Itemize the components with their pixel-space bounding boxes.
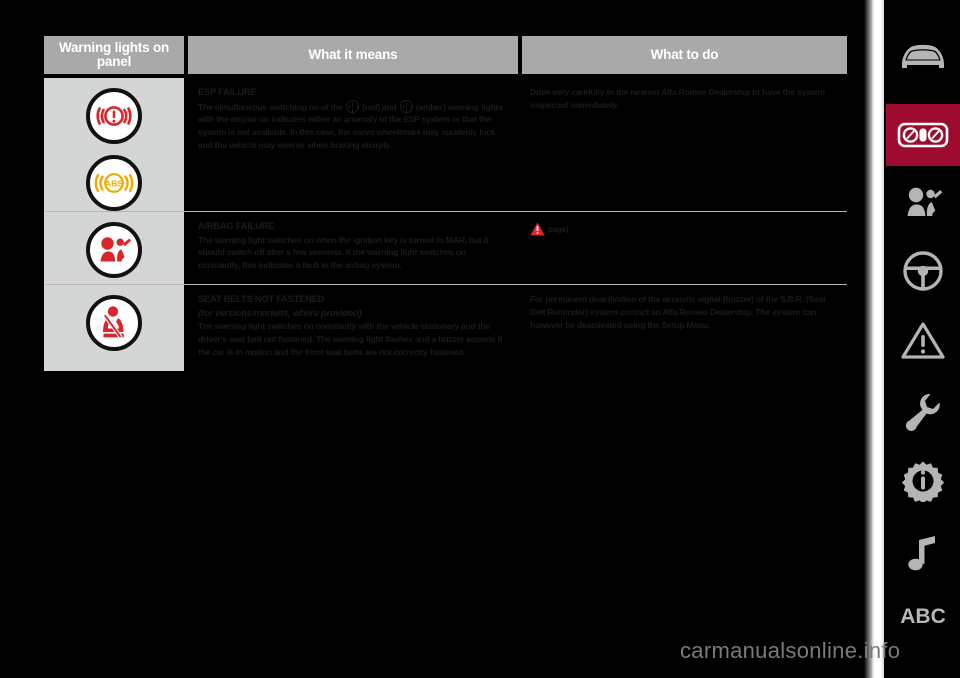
table-row: ABS ESP FAILURE The simultaneous switchi… [44, 78, 847, 211]
row-action: Drive very carefully to the nearest Alfa… [530, 87, 825, 110]
row-heading: AIRBAG FAILURE [198, 220, 275, 231]
airbag-icon [907, 187, 943, 216]
seat-belt-warning-lamp [86, 294, 142, 351]
wrench-icon [905, 393, 940, 431]
table-row: AIRBAG FAILURE The warning light switche… [44, 211, 847, 284]
inline-abs-lamp-icon [399, 99, 413, 113]
row-heading: ESP FAILURE [198, 86, 257, 97]
row-heading: SEAT BELTS NOT FASTENED [198, 292, 325, 304]
description-part-2: (red) and [359, 101, 399, 112]
site-watermark: carmanualsonline.info [680, 638, 901, 663]
description-part-1: The simultaneous switching on of the [198, 101, 345, 112]
table-body: ABS ESP FAILURE The simultaneous switchi… [44, 78, 847, 371]
sidebar-item-steering-wheel[interactable] [886, 240, 960, 302]
sidebar-item-settings[interactable] [886, 450, 960, 512]
attention-triangle-icon [530, 222, 545, 236]
attention-page-ref: page) [548, 224, 569, 234]
inline-brake-lamp-icon [345, 99, 359, 113]
row-subheading: (for versions/markets, where provided) [198, 306, 362, 318]
what-it-means-cell: SEAT BELTS NOT FASTENED (for versions/ma… [184, 285, 518, 371]
warning-triangle-icon [901, 322, 945, 359]
what-to-do-cell: Drive very carefully to the nearest Alfa… [518, 78, 847, 211]
sidebar-item-warning[interactable] [886, 310, 960, 372]
brake-esp-warning-lamp [86, 88, 142, 144]
sidebar-item-service[interactable] [886, 380, 960, 442]
attention-reference: page) [530, 222, 569, 236]
warning-light-cell [44, 284, 184, 371]
sidebar-item-dashboard[interactable] [886, 104, 960, 166]
music-note-icon [908, 536, 935, 571]
manual-page: Warning lights on panel What it means Wh… [0, 0, 960, 678]
table-header-row: Warning lights on panel What it means Wh… [44, 36, 847, 74]
airbag-warning-lamp [86, 222, 142, 278]
what-it-means-cell: AIRBAG FAILURE The warning light switche… [184, 212, 518, 284]
svg-text:ABS: ABS [105, 178, 123, 188]
row-action: For permanent deactivation of the acoust… [530, 293, 826, 330]
dashboard-icon [897, 122, 949, 148]
sidebar-item-car[interactable] [886, 26, 960, 88]
column-header-what-to-do: What to do [522, 36, 847, 74]
what-to-do-cell: page) [518, 212, 847, 284]
car-icon [902, 44, 944, 68]
sidebar-fade [864, 0, 884, 678]
warning-lights-table: Warning lights on panel What it means Wh… [44, 36, 847, 371]
sidebar-item-audio[interactable] [886, 522, 960, 584]
abs-warning-lamp: ABS [86, 155, 142, 211]
table-row: SEAT BELTS NOT FASTENED (for versions/ma… [44, 283, 847, 371]
what-it-means-cell: ESP FAILURE The simultaneous switching o… [184, 78, 518, 211]
steering-wheel-icon [903, 251, 943, 291]
sidebar-item-airbag[interactable] [886, 172, 960, 234]
column-header-what-it-means: What it means [188, 36, 518, 74]
section-sidebar: ABC [864, 0, 960, 678]
row-description: The warning light switches on when the i… [198, 234, 489, 271]
row-description: The simultaneous switching on of the (re… [198, 99, 506, 152]
warning-light-cell: ABS [44, 78, 184, 211]
gear-info-icon [902, 461, 944, 502]
warning-light-cell [44, 212, 184, 284]
what-to-do-cell: For permanent deactivation of the acoust… [518, 285, 847, 371]
row-description: The warning light switches on constantly… [198, 321, 503, 357]
column-header-warning-lights: Warning lights on panel [44, 36, 184, 74]
abc-label: ABC [900, 605, 946, 628]
